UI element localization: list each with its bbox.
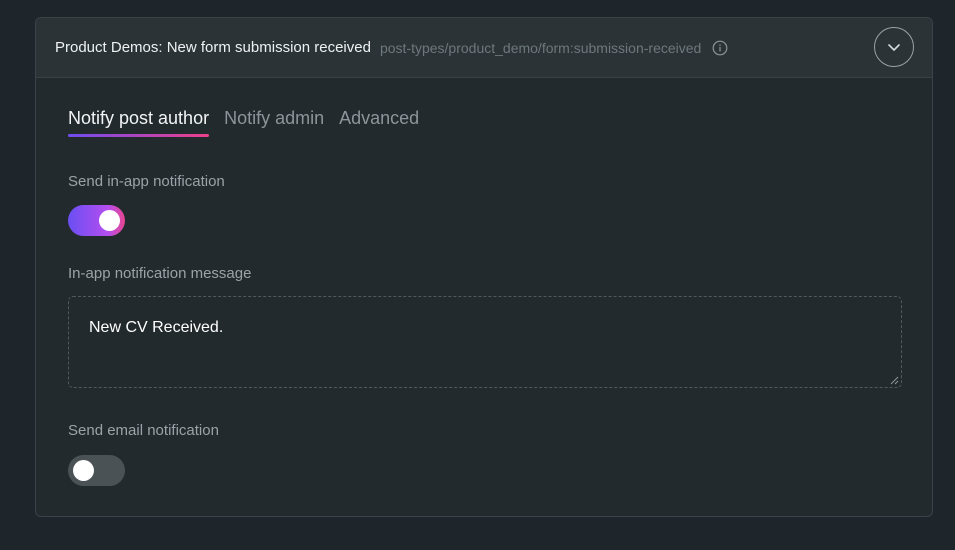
panel-title: Product Demos: New form submission recei… [55,39,371,56]
tab-notify-admin[interactable]: Notify admin [224,108,324,137]
event-path: post-types/product_demo/form:submission-… [379,39,702,56]
message-label: In-app notification message [68,265,252,282]
resize-handle-icon[interactable] [889,375,899,385]
in-app-notification-label: Send in-app notification [68,173,225,190]
in-app-notification-toggle[interactable] [68,205,125,236]
email-notification-toggle[interactable] [68,455,125,486]
chevron-down-icon [888,44,900,51]
toggle-knob [73,460,94,481]
notification-message-textarea[interactable]: New CV Received. [68,296,902,388]
notification-message-value: New CV Received. [89,319,224,336]
tab-notify-post-author[interactable]: Notify post author [68,108,210,137]
toggle-knob [99,210,120,231]
tab-bar: Notify post author Notify admin Advanced [68,108,434,137]
notification-panel: Product Demos: New form submission recei… [35,17,933,517]
email-notification-label: Send email notification [68,422,219,439]
panel-header[interactable]: Product Demos: New form submission recei… [36,18,932,78]
collapse-button[interactable] [874,27,914,67]
tab-advanced[interactable]: Advanced [339,108,419,137]
info-icon[interactable] [712,40,728,56]
